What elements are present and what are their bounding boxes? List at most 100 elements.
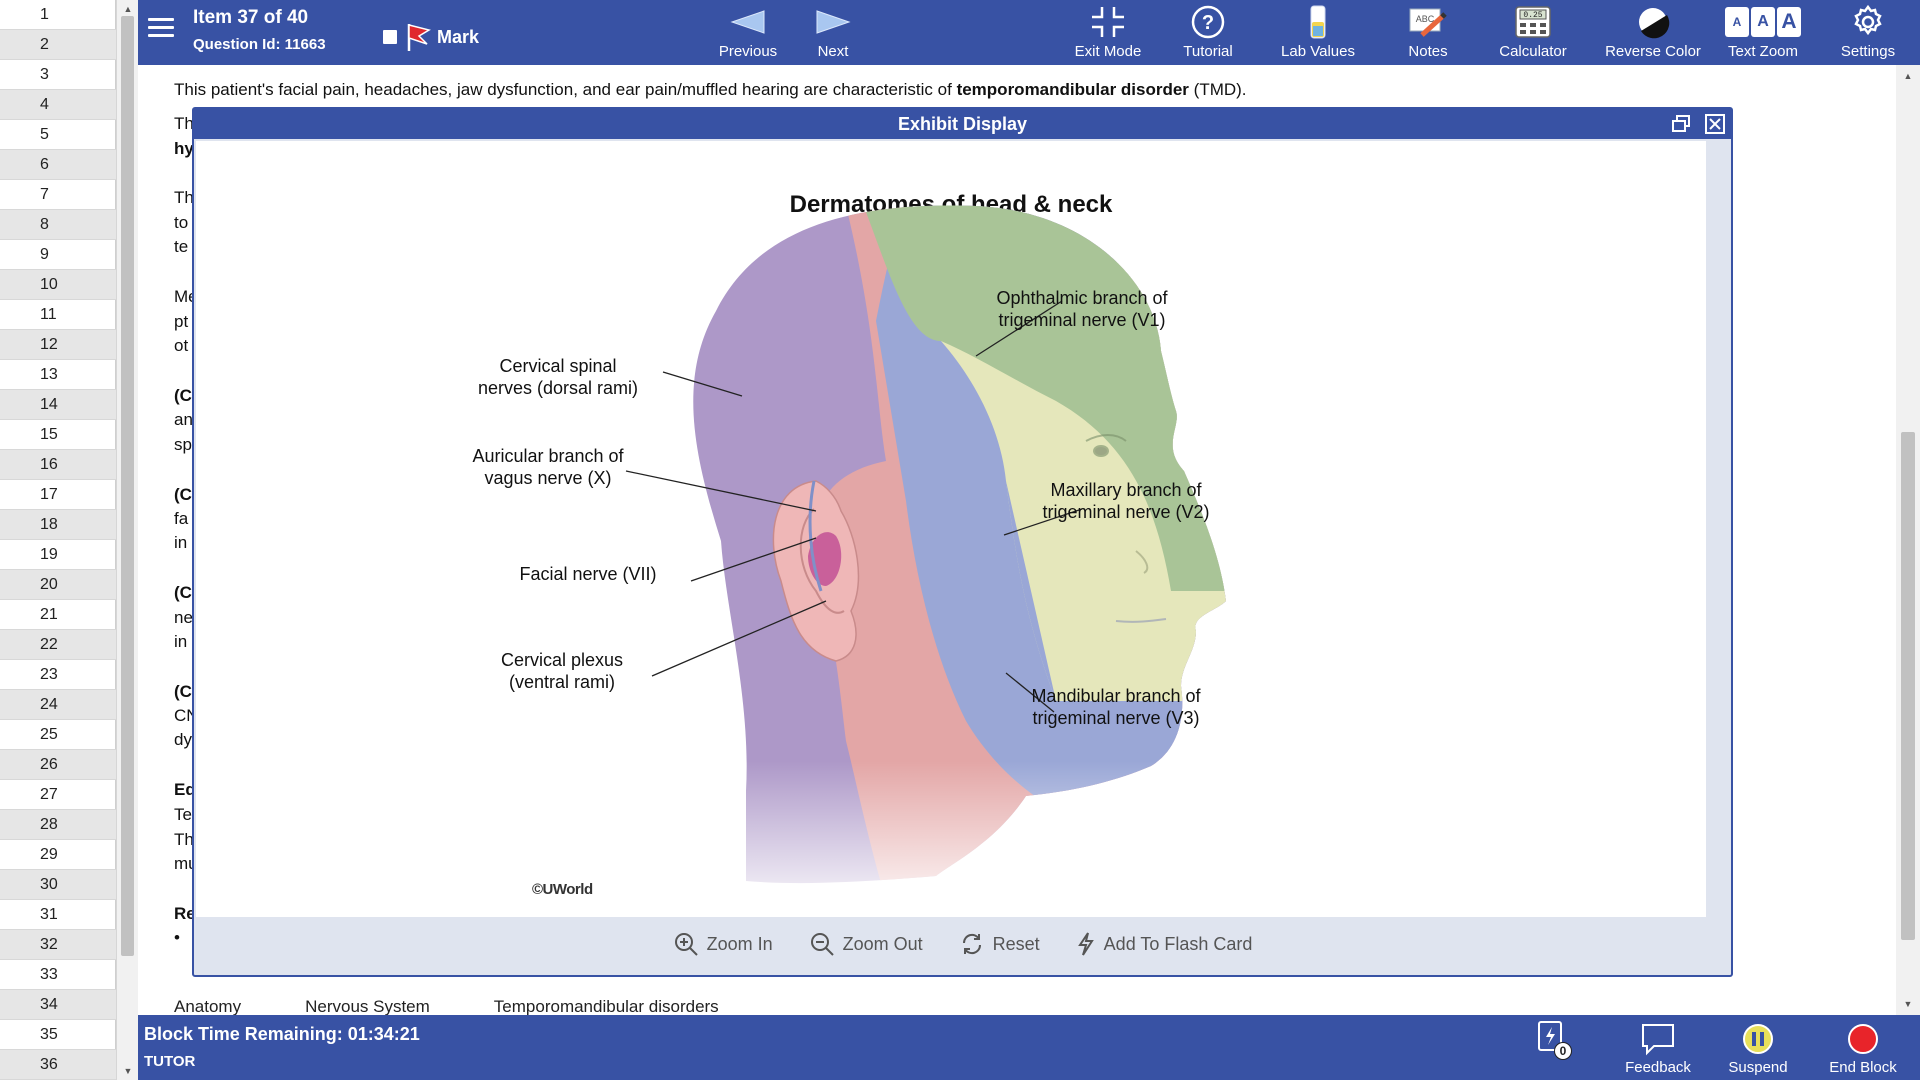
question-number-item[interactable]: 36 [0, 1050, 116, 1080]
exit-mode-icon [1092, 7, 1124, 37]
topic-tags: Anatomy Nervous System Temporomandibular… [174, 997, 719, 1015]
lab-flask-icon [1310, 5, 1326, 39]
question-number-item[interactable]: 30 [0, 870, 116, 900]
question-number-item[interactable]: 35 [0, 1020, 116, 1050]
explanation-first-line: This patient's facial pain, headaches, j… [174, 77, 1874, 102]
exhibit-title: Exhibit Display [897, 114, 1028, 134]
question-number-item[interactable]: 7 [0, 180, 116, 210]
explanation-fragment: Th [174, 114, 194, 133]
question-number-item[interactable]: 28 [0, 810, 116, 840]
question-number-item[interactable]: 17 [0, 480, 116, 510]
scroll-up-arrow-icon[interactable]: ▲ [1896, 69, 1920, 83]
previous-button[interactable]: Previous [708, 0, 788, 65]
explanation-scroll-thumb[interactable] [1901, 432, 1915, 940]
explanation-fragment: te [174, 237, 189, 256]
question-number-item[interactable]: 19 [0, 540, 116, 570]
next-arrow-icon [816, 10, 851, 34]
suspend-button[interactable]: Suspend [1718, 1015, 1798, 1080]
question-list-panel: 1 2 3 4 5 6 7 8 9 10 11 12 13 14 15 16 17 18 19 20 21 22 23 24 2… [0, 0, 116, 1080]
end-block-button[interactable]: End Block [1813, 1015, 1913, 1080]
question-number-item[interactable]: 14 [0, 390, 116, 420]
text-zoom-label: Text Zoom [1727, 43, 1799, 60]
question-number-item[interactable]: 9 [0, 240, 116, 270]
add-flash-card-button[interactable]: Add To Flash Card [1076, 931, 1253, 957]
explanation-fragment: dy [174, 730, 192, 749]
question-number-item[interactable]: 10 [0, 270, 116, 300]
question-number-item[interactable]: 13 [0, 360, 116, 390]
exhibit-header[interactable]: Exhibit Display [194, 109, 1731, 139]
feedback-button[interactable]: Feedback [1613, 1015, 1703, 1080]
top-toolbar: Item 37 of 40 Question Id: 11663 Mark Pr… [138, 0, 1920, 65]
mark-checkbox[interactable] [383, 30, 397, 44]
zoom-in-button[interactable]: Zoom In [673, 931, 773, 957]
hamburger-menu-icon[interactable] [148, 18, 174, 40]
tutorial-label: Tutorial [1183, 43, 1233, 60]
question-number-item[interactable]: 5 [0, 120, 116, 150]
lab-values-label: Lab Values [1281, 43, 1355, 60]
question-number-item[interactable]: 6 [0, 150, 116, 180]
question-number-item[interactable]: 24 [0, 690, 116, 720]
notes-button[interactable]: ABC Notes [1393, 0, 1463, 65]
label-facial: Facial nerve (VII) [519, 564, 657, 584]
question-number-item[interactable]: 31 [0, 900, 116, 930]
scroll-down-arrow-icon[interactable]: ▼ [1896, 997, 1920, 1011]
next-button[interactable]: Next [798, 0, 868, 65]
question-number-item[interactable]: 21 [0, 600, 116, 630]
tag-subject: Anatomy [174, 997, 242, 1015]
notes-icon-text: ABC [1416, 14, 1435, 24]
flash-card-label: Add To Flash Card [1103, 933, 1253, 954]
explanation-fragment: Th [174, 188, 194, 207]
question-number-item[interactable]: 29 [0, 840, 116, 870]
scroll-up-arrow-icon[interactable]: ▲ [117, 2, 139, 16]
flash-cards-button[interactable]: 0 [1526, 1015, 1576, 1080]
question-number-item[interactable]: 33 [0, 960, 116, 990]
text-zoom-icon: A A A [1725, 3, 1801, 41]
restore-window-icon[interactable] [1671, 114, 1691, 134]
explanation-bold-term: temporomandibular disorder [956, 80, 1189, 99]
previous-label: Previous [718, 43, 778, 60]
question-number-item[interactable]: 18 [0, 510, 116, 540]
calculator-display: 0.25 [1523, 11, 1542, 20]
settings-button[interactable]: Settings [1828, 0, 1908, 65]
reset-button[interactable]: Reset [959, 931, 1040, 957]
question-number-item[interactable]: 8 [0, 210, 116, 240]
close-icon[interactable] [1705, 114, 1725, 134]
question-number-item[interactable]: 27 [0, 780, 116, 810]
tutorial-button[interactable]: ? Tutorial [1173, 0, 1243, 65]
calculator-button[interactable]: 0.25 Calculator [1478, 0, 1588, 65]
question-number-item[interactable]: 23 [0, 660, 116, 690]
question-number-item[interactable]: 12 [0, 330, 116, 360]
question-number-item[interactable]: 20 [0, 570, 116, 600]
text-zoom-button[interactable]: A A A Text Zoom [1708, 0, 1818, 65]
explanation-scrollbar[interactable]: ▲ ▼ [1896, 65, 1920, 1015]
zoom-out-button[interactable]: Zoom Out [809, 931, 923, 957]
notes-pencil-icon: ABC [1409, 8, 1447, 37]
question-list-scroll-thumb[interactable] [121, 16, 134, 956]
feedback-label: Feedback [1625, 1059, 1691, 1076]
explanation-fragment: an [174, 410, 193, 429]
question-number-item[interactable]: 11 [0, 300, 116, 330]
lab-values-button[interactable]: Lab Values [1268, 0, 1368, 65]
question-number-item[interactable]: 4 [0, 90, 116, 120]
question-number-item[interactable]: 1 [0, 0, 116, 30]
question-number-item[interactable]: 32 [0, 930, 116, 960]
question-number-item[interactable]: 34 [0, 990, 116, 1020]
exhibit-display-window: Exhibit Display Dermatomes of head & nec… [192, 107, 1733, 977]
question-number-item[interactable]: 26 [0, 750, 116, 780]
zoom-out-icon [810, 933, 834, 956]
question-number-item[interactable]: 2 [0, 30, 116, 60]
question-id: Question Id: 11663 [193, 36, 326, 53]
question-number-item[interactable]: 22 [0, 630, 116, 660]
question-number-item[interactable]: 25 [0, 720, 116, 750]
scroll-down-arrow-icon[interactable]: ▼ [117, 1064, 139, 1078]
exit-mode-button[interactable]: Exit Mode [1068, 0, 1148, 65]
mark-toggle[interactable]: Mark [383, 22, 479, 52]
question-number-item[interactable]: 16 [0, 450, 116, 480]
question-number-item[interactable]: 15 [0, 420, 116, 450]
reverse-color-button[interactable]: Reverse Color [1578, 0, 1728, 65]
end-block-label: End Block [1829, 1059, 1897, 1076]
explanation-fragment: • [174, 928, 180, 947]
label-v2: Maxillary branch of trigeminal nerve (V2) [1042, 480, 1210, 522]
question-number-item[interactable]: 3 [0, 60, 116, 90]
question-list-scrollbar[interactable]: ▲ ▼ [116, 0, 138, 1080]
